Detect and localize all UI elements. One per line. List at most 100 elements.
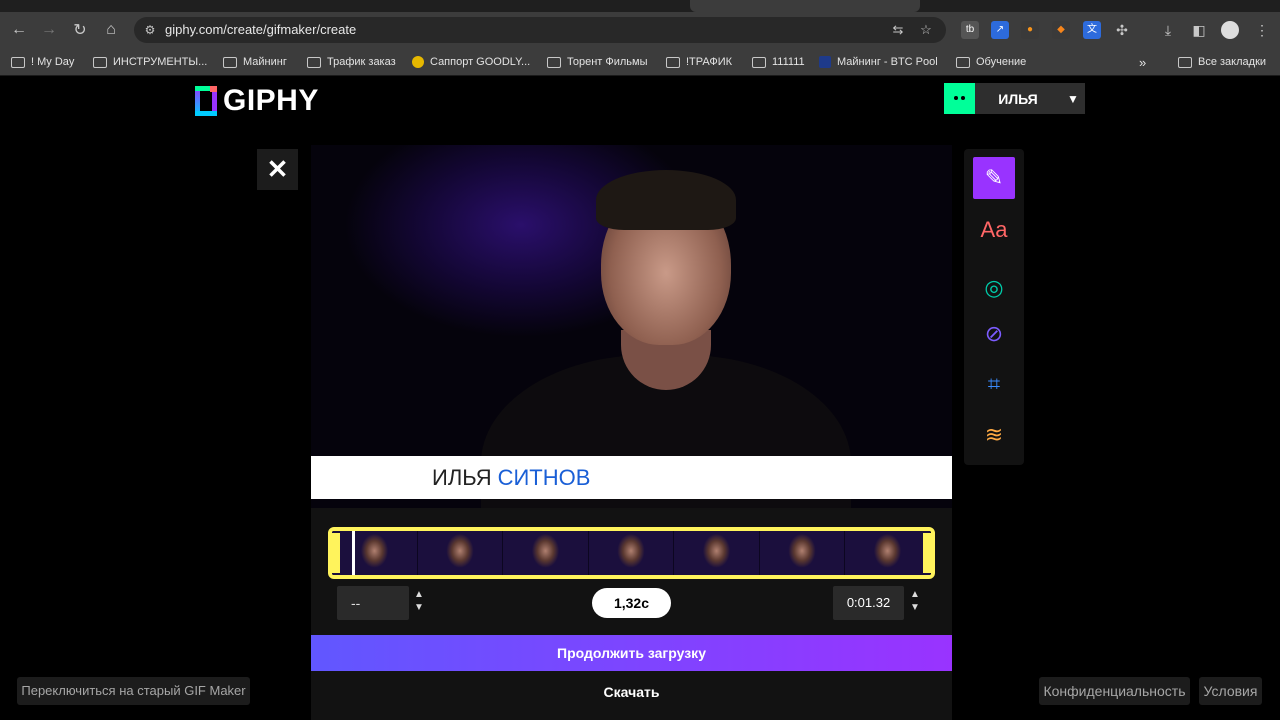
bookmark-item[interactable]: Майнинг xyxy=(223,54,287,70)
menu-icon[interactable]: ⋮ xyxy=(1253,21,1271,39)
start-time-stepper[interactable]: ▲ ▼ xyxy=(412,588,426,618)
filter-icon: ⊘ xyxy=(984,321,1004,346)
more-bookmarks-icon[interactable]: » xyxy=(1139,54,1146,70)
editor-tools: ✎ Aa ◎ ⊘ ⌗ ≋ xyxy=(964,149,1024,465)
timeline-frame xyxy=(759,531,846,575)
metamask-icon[interactable]: ◆ xyxy=(1052,21,1070,39)
translate-icon[interactable]: ⇆ xyxy=(890,22,906,38)
profile-avatar[interactable] xyxy=(1221,21,1239,39)
stickers-tool-button[interactable]: ◎ xyxy=(973,267,1015,309)
extension-icon[interactable]: ↗ xyxy=(991,21,1009,39)
privacy-link[interactable]: Конфиденциальность xyxy=(1039,677,1190,705)
bookmark-item[interactable]: Трафик заказ xyxy=(307,54,396,70)
bookmark-item[interactable]: Обучение xyxy=(956,54,1026,70)
user-menu[interactable]: ИЛЬЯ ▼ xyxy=(944,83,1085,114)
browser-toolbar: ← → ↻ ⌂ ⚙ giphy.com/create/gifmaker/crea… xyxy=(0,12,1280,48)
logo-text: GIPHY xyxy=(223,84,319,117)
bookmark-item[interactable]: Торент Фильмы xyxy=(547,54,648,70)
end-time-stepper[interactable]: ▲ ▼ xyxy=(908,588,922,618)
timeline-frame xyxy=(588,531,675,575)
trim-handle-left[interactable] xyxy=(332,533,340,573)
end-time-input[interactable]: 0:01.32 xyxy=(833,586,904,620)
chevron-down-icon: ▼ xyxy=(1067,91,1079,106)
bookmark-item[interactable]: Саппорт GOODLY... xyxy=(412,54,530,70)
site-icon xyxy=(819,56,831,68)
bookmark-label: ИНСТРУМЕНТЫ... xyxy=(113,56,208,68)
stickers-icon: ◎ xyxy=(984,275,1004,300)
all-bookmarks[interactable]: Все закладки xyxy=(1178,54,1266,70)
timeline-frame xyxy=(845,531,931,575)
site-info-icon[interactable]: ⚙ xyxy=(142,22,158,38)
reload-icon[interactable]: ↻ xyxy=(68,18,92,42)
bookmarks-bar: ! My Day ИНСТРУМЕНТЫ... Майнинг Трафик з… xyxy=(0,48,1280,76)
legacy-gif-maker-button[interactable]: Переключиться на старый GIF Maker xyxy=(17,677,250,705)
folder-icon xyxy=(93,56,107,68)
folder-icon xyxy=(11,56,25,68)
name-caption[interactable]: ИЛЬЯ СИТНОВ xyxy=(311,456,952,499)
folder-icon xyxy=(1178,56,1192,68)
folder-icon xyxy=(223,56,237,68)
folder-icon xyxy=(666,56,680,68)
bookmark-item[interactable]: ! My Day xyxy=(11,54,74,70)
playhead[interactable] xyxy=(352,531,355,575)
active-tab[interactable] xyxy=(690,0,920,12)
layers-tool-button[interactable]: ≋ xyxy=(973,414,1015,456)
download-button[interactable]: Скачать xyxy=(311,677,952,707)
back-arrow-icon[interactable]: ← xyxy=(7,18,31,42)
terms-link[interactable]: Условия xyxy=(1199,677,1262,705)
home-icon[interactable]: ⌂ xyxy=(99,18,123,42)
timeline-frame xyxy=(503,531,589,575)
start-time-input[interactable]: -- xyxy=(337,586,409,620)
address-bar[interactable]: ⚙ giphy.com/create/gifmaker/create ⇆ ☆ xyxy=(134,17,946,43)
giphy-logo-icon xyxy=(195,86,217,116)
bookmark-item[interactable]: ИНСТРУМЕНТЫ... xyxy=(93,54,207,70)
giphy-logo[interactable]: GIPHY xyxy=(195,84,319,117)
download-icon[interactable]: ⤓ xyxy=(1159,21,1177,39)
extension-icon[interactable]: ● xyxy=(1021,21,1039,39)
close-button[interactable]: ✕ xyxy=(257,149,298,190)
bookmark-label: Майнинг xyxy=(243,56,287,68)
layers-icon: ≋ xyxy=(984,422,1004,447)
bookmark-item[interactable]: Майнинг - BTC Pool xyxy=(819,54,938,70)
crop-tool-button[interactable]: ⌗ xyxy=(973,363,1015,405)
trim-handle-right[interactable] xyxy=(923,533,931,573)
url-text: giphy.com/create/gifmaker/create xyxy=(165,22,357,37)
crop-icon: ⌗ xyxy=(987,371,1001,396)
folder-icon xyxy=(956,56,970,68)
site-icon xyxy=(412,56,424,68)
avatar xyxy=(944,83,975,114)
bookmark-label: 111111 xyxy=(772,56,805,68)
folder-icon xyxy=(752,56,766,68)
bookmark-label: Торент Фильмы xyxy=(567,56,648,68)
folder-icon xyxy=(547,56,561,68)
bookmark-item[interactable]: 111111 xyxy=(752,54,805,70)
filter-tool-button[interactable]: ⊘ xyxy=(973,313,1015,355)
puzzle-icon[interactable]: ✣ xyxy=(1113,21,1131,39)
timeline-frame xyxy=(332,531,418,575)
star-icon[interactable]: ☆ xyxy=(918,22,934,38)
caption-last-name: СИТНОВ xyxy=(497,464,591,490)
text-tool-button[interactable]: Aa xyxy=(973,209,1015,251)
person-hair xyxy=(596,170,736,230)
draw-tool-button[interactable]: ✎ xyxy=(973,157,1015,199)
timeline-scrubber[interactable] xyxy=(328,527,935,579)
tab-strip xyxy=(0,0,1280,12)
pencil-icon: ✎ xyxy=(984,165,1004,190)
bookmark-label: Обучение xyxy=(976,56,1027,68)
text-icon: Aa xyxy=(980,217,1008,242)
folder-icon xyxy=(307,56,321,68)
extension-icon[interactable]: tb xyxy=(961,21,979,39)
forward-arrow-icon[interactable]: → xyxy=(37,18,61,42)
bookmark-item[interactable]: !ТРАФИК xyxy=(666,54,732,70)
side-panel-icon[interactable]: ◧ xyxy=(1190,21,1208,39)
all-bookmarks-label: Все закладки xyxy=(1198,56,1267,68)
bookmark-label: Саппорт GOODLY... xyxy=(430,56,531,68)
bookmark-label: !ТРАФИК xyxy=(686,56,733,68)
close-icon: ✕ xyxy=(266,154,289,184)
bookmark-label: ! My Day xyxy=(31,56,75,68)
caption-first-name: ИЛЬЯ xyxy=(432,464,492,490)
continue-upload-button[interactable]: Продолжить загрузку xyxy=(311,635,952,671)
giphy-page: GIPHY ИЛЬЯ ▼ ✕ ИЛЬЯ СИТНОВ ✎ Aa ◎ ⊘ ⌗ ≋ xyxy=(0,77,1280,720)
translate-extension-icon[interactable]: 文 xyxy=(1083,21,1101,39)
bookmark-label: Майнинг - BTC Pool xyxy=(837,56,938,68)
